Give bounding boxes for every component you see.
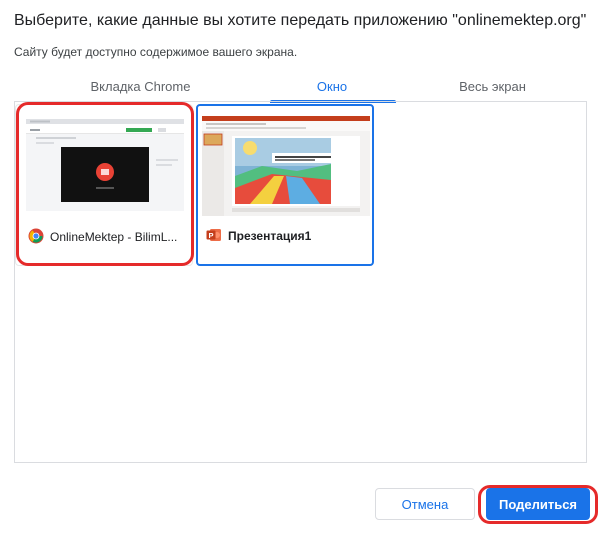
- source-item-label: OnlineMektep - BilimL...: [50, 230, 178, 244]
- dialog-title: Выберите, какие данные вы хотите передат…: [14, 12, 587, 29]
- share-button[interactable]: Поделиться: [486, 488, 590, 520]
- share-screen-dialog: Выберите, какие данные вы хотите передат…: [0, 0, 601, 537]
- cancel-button[interactable]: Отмена: [375, 488, 475, 520]
- chrome-icon: [28, 228, 44, 247]
- dialog-subtitle: Сайту будет доступно содержимое вашего э…: [14, 45, 298, 59]
- source-item-presentation[interactable]: P Презентация1: [196, 104, 374, 266]
- powerpoint-icon: P: [206, 227, 222, 246]
- window-thumbnail: [26, 119, 184, 211]
- source-item-label: Презентация1: [228, 229, 312, 243]
- tab-entire-screen[interactable]: Весь экран: [397, 70, 588, 102]
- source-item-label-row: P Презентация1: [206, 226, 311, 246]
- svg-text:P: P: [208, 231, 213, 240]
- source-item-onlinemektep[interactable]: OnlineMektep - BilimL...: [15, 104, 193, 266]
- tab-chrome-tab[interactable]: Вкладка Chrome: [14, 70, 267, 102]
- source-item-label-row: OnlineMektep - BilimL...: [28, 227, 177, 247]
- source-tabs: Вкладка Chrome Окно Весь экран: [14, 70, 588, 103]
- window-thumbnail: [202, 116, 370, 216]
- tab-window[interactable]: Окно: [267, 70, 397, 102]
